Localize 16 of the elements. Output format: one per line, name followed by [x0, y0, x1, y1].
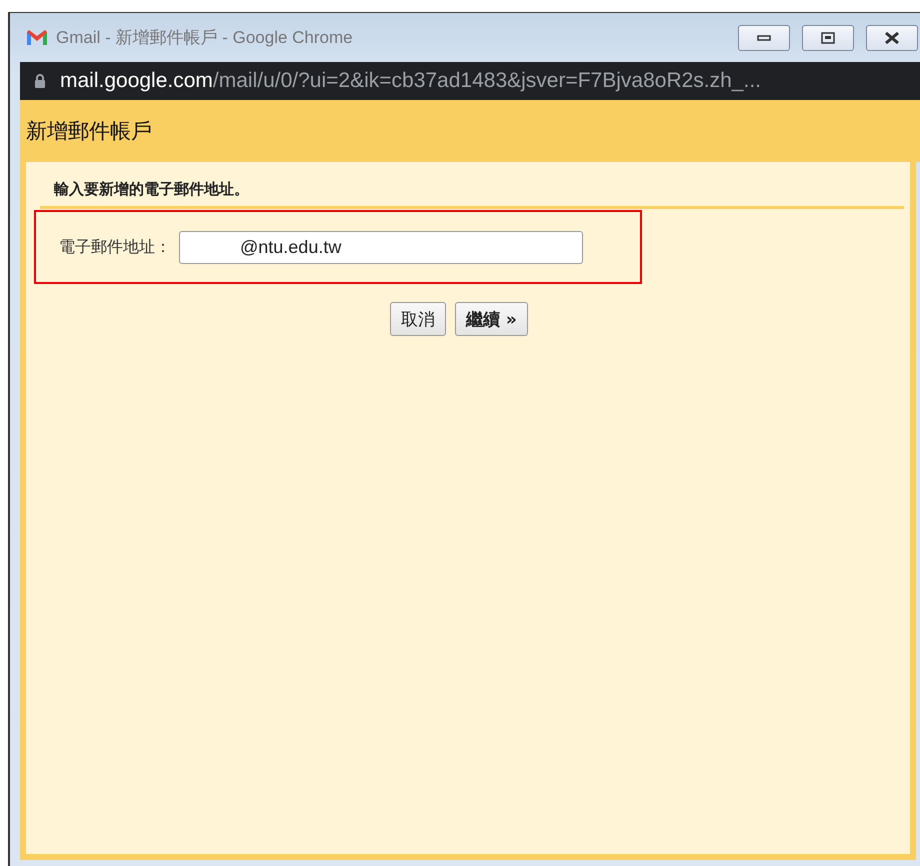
minimize-icon — [757, 34, 771, 42]
cancel-button[interactable]: 取消 — [390, 302, 446, 336]
continue-button[interactable]: 繼續 » — [455, 302, 528, 336]
restore-button[interactable] — [802, 24, 854, 50]
close-icon — [884, 32, 900, 44]
close-button[interactable] — [866, 24, 918, 50]
minimize-button[interactable] — [738, 24, 790, 50]
window-title: Gmail - 新增郵件帳戶 - Google Chrome — [56, 27, 354, 49]
page-url: mail.google.com/mail/u/0/?ui=2&ik=cb37ad1483&jsver=F7Bjva8oR2s.zh_... — [60, 69, 761, 93]
dialog-title: 新增郵件帳戶 — [26, 118, 152, 145]
lock-icon — [34, 73, 46, 89]
field-label: 電子郵件地址： — [59, 236, 171, 258]
email-field[interactable]: @ntu.edu.tw — [179, 230, 583, 264]
instruction-text: 輸入要新增的電子郵件地址。 — [53, 180, 250, 200]
restore-icon — [821, 32, 835, 44]
mail-logo-icon — [26, 29, 48, 46]
